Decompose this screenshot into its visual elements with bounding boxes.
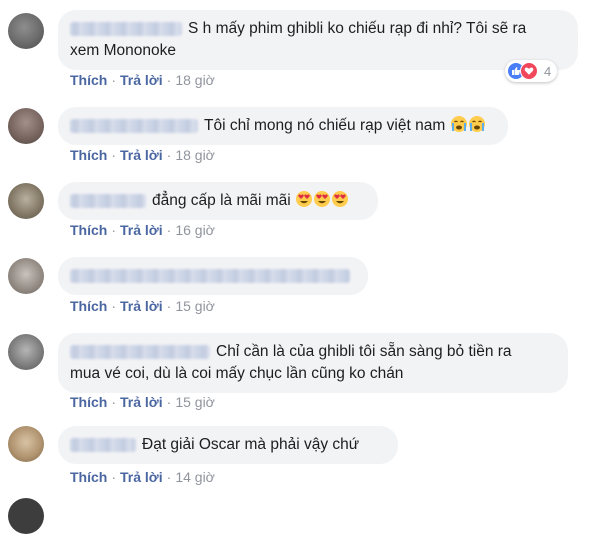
crying-face-emoji [468,116,485,132]
blurred-author-name[interactable] [70,118,198,133]
like-button[interactable]: Thích [70,222,107,238]
separator-dot: · [111,147,117,163]
comment-timestamp[interactable]: 18 giờ [175,72,215,88]
blurred-author-name[interactable] [70,344,210,359]
comment-timestamp[interactable]: 18 giờ [175,147,215,163]
blurred-author-name[interactable] [70,193,146,208]
reply-button[interactable]: Trả lời [120,394,163,410]
separator-dot: · [111,469,117,485]
comment-bubble [58,257,368,295]
separator-dot: · [166,222,172,238]
comment-timestamp[interactable]: 14 giờ [175,469,215,485]
avatar[interactable] [8,258,44,294]
love-icon [520,62,538,80]
separator-dot: · [166,469,172,485]
separator-dot: · [166,147,172,163]
like-button[interactable]: Thích [70,298,107,314]
comment-bubble: Tôi chỉ mong nó chiếu rạp việt nam [58,107,508,145]
crying-face-emoji [450,116,467,132]
reaction-count: 4 [544,63,552,79]
comment-timestamp[interactable]: 16 giờ [175,222,215,238]
heart-eyes-emoji [332,191,349,207]
reply-button[interactable]: Trả lời [120,222,163,238]
like-button[interactable]: Thích [70,394,107,410]
separator-dot: · [111,222,117,238]
reply-button[interactable]: Trả lời [120,469,163,485]
reply-button[interactable]: Trả lời [120,298,163,314]
comment-bubble: Đạt giải Oscar mà phải vậy chứ [58,426,398,464]
avatar[interactable] [8,498,44,534]
comment-text: Đạt giải Oscar mà phải vậy chứ [142,436,360,453]
like-button[interactable]: Thích [70,147,107,163]
comment-timestamp[interactable]: 15 giờ [175,298,215,314]
comment-text: đẳng cấp là mãi mãi [152,192,291,209]
separator-dot: · [166,298,172,314]
comment-actions: Thích · Trả lời · 14 giờ [70,469,215,485]
blurred-author-name[interactable] [70,21,182,36]
separator-dot: · [111,72,117,88]
comment-timestamp[interactable]: 15 giờ [175,394,215,410]
like-button[interactable]: Thích [70,72,107,88]
comment-bubble: đẳng cấp là mãi mãi [58,182,378,220]
comment-actions: Thích · Trả lời · 15 giờ [70,298,215,314]
reaction-summary[interactable]: 4 [505,60,558,82]
avatar[interactable] [8,334,44,370]
separator-dot: · [111,298,117,314]
blurred-author-name[interactable] [70,268,350,283]
blurred-author-name[interactable] [70,437,136,452]
comment-actions: Thích · Trả lời · 18 giờ [70,72,215,88]
separator-dot: · [166,72,172,88]
comment-actions: Thích · Trả lời · 16 giờ [70,222,215,238]
reply-button[interactable]: Trả lời [120,72,163,88]
avatar[interactable] [8,183,44,219]
comment-actions: Thích · Trả lời · 18 giờ [70,147,215,163]
comment-bubble: Chỉ cần là của ghibli tôi sẵn sàng bỏ ti… [58,333,568,393]
comment-actions: Thích · Trả lời · 15 giờ [70,394,215,410]
reply-button[interactable]: Trả lời [120,147,163,163]
avatar[interactable] [8,13,44,49]
heart-eyes-emoji [314,191,331,207]
comment-bubble: S h mấy phim ghibli ko chiếu rạp đi nhỉ?… [58,10,578,70]
like-button[interactable]: Thích [70,469,107,485]
separator-dot: · [111,394,117,410]
avatar[interactable] [8,426,44,462]
avatar[interactable] [8,108,44,144]
separator-dot: · [166,394,172,410]
comment-text: Tôi chỉ mong nó chiếu rạp việt nam [204,117,446,134]
heart-eyes-emoji [296,191,313,207]
